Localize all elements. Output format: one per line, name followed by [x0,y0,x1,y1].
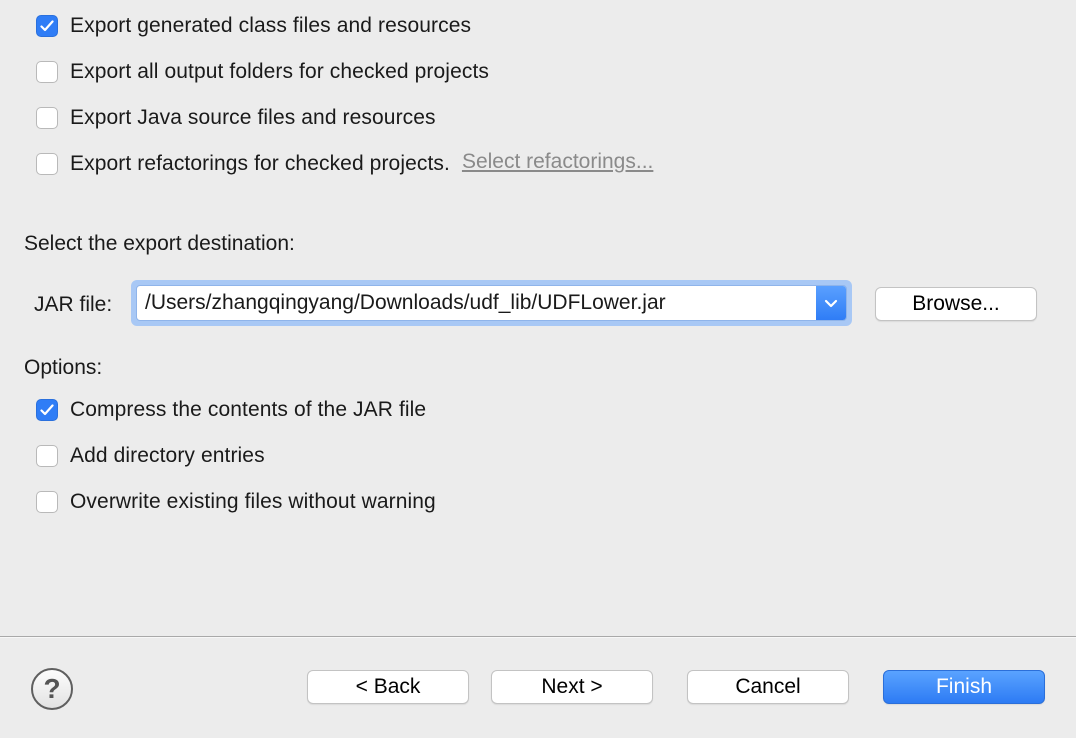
export-class-files-checkbox[interactable] [36,15,58,37]
export-destination-heading: Select the export destination: [24,232,295,255]
export-java-source-option[interactable]: Export Java source files and resources [36,103,436,133]
checkmark-icon [40,404,54,416]
compress-jar-option[interactable]: Compress the contents of the JAR file [36,395,426,425]
export-java-source-label: Export Java source files and resources [70,106,436,129]
cancel-button[interactable]: Cancel [687,670,849,704]
question-mark-icon: ? [43,673,61,704]
next-button[interactable]: Next > [491,670,653,704]
chevron-down-icon [824,299,838,307]
compress-jar-checkbox[interactable] [36,399,58,421]
footer-divider-highlight [0,637,1076,638]
export-class-files-label: Export generated class files and resourc… [70,14,472,37]
overwrite-files-label: Overwrite existing files without warning [70,490,436,513]
export-output-folders-option[interactable]: Export all output folders for checked pr… [36,57,489,87]
overwrite-files-checkbox[interactable] [36,491,58,513]
checkmark-icon [40,20,54,32]
add-directory-entries-label: Add directory entries [70,444,265,467]
finish-button[interactable]: Finish [883,670,1045,704]
export-java-source-checkbox[interactable] [36,107,58,129]
jar-file-combobox[interactable]: /Users/zhangqingyang/Downloads/udf_lib/U… [136,285,847,321]
export-refactorings-label: Export refactorings for checked projects… [70,152,450,175]
compress-jar-label: Compress the contents of the JAR file [70,398,427,421]
jar-file-path-input[interactable]: /Users/zhangqingyang/Downloads/udf_lib/U… [145,291,666,315]
help-button[interactable]: ? [31,668,73,710]
export-refactorings-checkbox[interactable] [36,153,58,175]
jar-file-label: JAR file: [34,293,113,316]
export-class-files-option[interactable]: Export generated class files and resourc… [36,11,471,41]
add-directory-entries-checkbox[interactable] [36,445,58,467]
export-output-folders-label: Export all output folders for checked pr… [70,60,489,83]
export-output-folders-checkbox[interactable] [36,61,58,83]
browse-button[interactable]: Browse... [875,287,1037,321]
jar-file-dropdown-button[interactable] [816,286,846,320]
overwrite-files-option[interactable]: Overwrite existing files without warning [36,487,436,517]
export-refactorings-option[interactable]: Export refactorings for checked projects… [36,149,653,179]
options-heading: Options: [24,356,103,379]
select-refactorings-link[interactable]: Select refactorings... [462,150,653,174]
back-button[interactable]: < Back [307,670,469,704]
add-directory-entries-option[interactable]: Add directory entries [36,441,265,471]
